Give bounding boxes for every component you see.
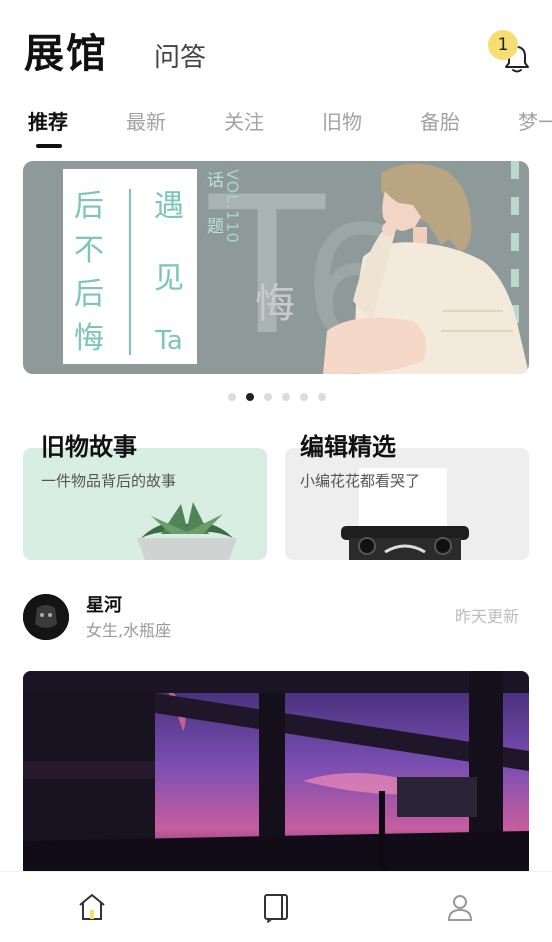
banner-illustration: [323, 163, 529, 374]
user-meta: 女生,水瓶座: [86, 621, 172, 640]
featured-banner[interactable]: T 6 后 不 后 悔 遇 见 Ta 话 题 VOL.110 悔: [23, 161, 529, 374]
home-icon[interactable]: [76, 891, 108, 923]
category-subtitle: 一件物品背后的故事: [41, 472, 177, 490]
banner-page-indicator: [228, 393, 328, 403]
category-tabs: 推荐 最新 关注 旧物 备胎 梦一: [0, 106, 552, 150]
tab-latest[interactable]: 最新: [126, 106, 166, 138]
qa-tab[interactable]: 问答: [154, 40, 206, 76]
banner-char: 悔: [74, 321, 104, 356]
page-dot-active[interactable]: [246, 393, 254, 401]
page-dot[interactable]: [228, 393, 236, 401]
banner-char: 后: [74, 189, 104, 224]
tab-backup[interactable]: 备胎: [420, 106, 460, 138]
category-title[interactable]: 旧物故事: [41, 430, 137, 464]
page-title: 展馆: [24, 31, 108, 77]
page-dot[interactable]: [318, 393, 326, 401]
banner-char: 遇: [154, 189, 184, 224]
profile-icon[interactable]: [444, 891, 476, 923]
banner-volume: VOL.110: [223, 169, 242, 244]
card-divider: [129, 189, 131, 355]
banner-bg-char: 悔: [255, 281, 295, 327]
user-name[interactable]: 星河: [86, 594, 122, 618]
update-time: 昨天更新: [455, 607, 520, 626]
tab-dream[interactable]: 梦一: [518, 106, 552, 138]
post-image[interactable]: [23, 671, 529, 881]
category-card-old-things[interactable]: [23, 448, 267, 560]
category-subtitle: 小编花花都看哭了: [300, 472, 421, 490]
banner-char: 见: [154, 261, 184, 296]
page-dot[interactable]: [300, 393, 308, 401]
banner-char: 不: [74, 233, 104, 268]
tab-recommend[interactable]: 推荐: [28, 106, 68, 138]
tab-old-things[interactable]: 旧物: [322, 106, 362, 138]
page-dot[interactable]: [264, 393, 272, 401]
category-card-editor-picks[interactable]: [285, 448, 529, 560]
banner-char: 后: [74, 277, 104, 312]
page-dot[interactable]: [282, 393, 290, 401]
succulent-image: [137, 502, 237, 560]
banner-char: Ta: [155, 326, 183, 356]
bottom-nav: [0, 871, 552, 942]
book-icon[interactable]: [260, 891, 292, 923]
notification-badge: 1: [488, 30, 518, 60]
tab-following[interactable]: 关注: [224, 106, 264, 138]
banner-title-card: 后 不 后 悔 遇 见 Ta: [63, 169, 197, 364]
category-title[interactable]: 编辑精选: [300, 430, 396, 464]
active-tab-indicator: [36, 144, 62, 148]
avatar[interactable]: [23, 594, 69, 640]
